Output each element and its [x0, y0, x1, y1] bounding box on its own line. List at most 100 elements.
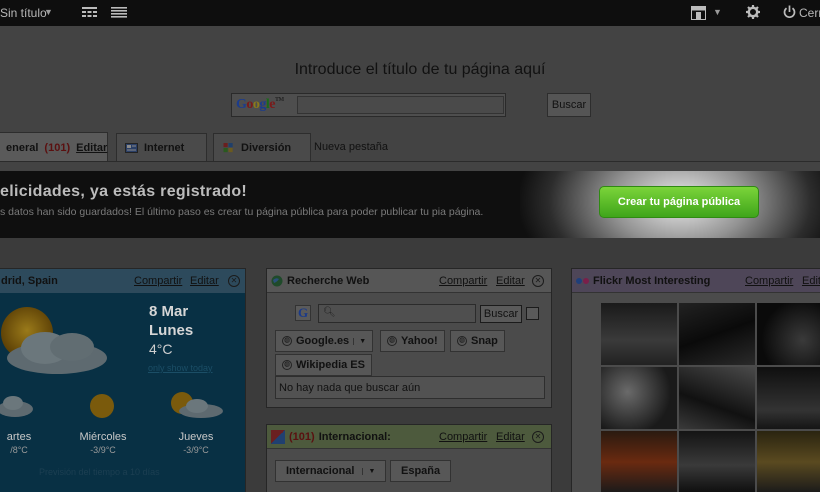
photo-thumbnail[interactable] — [757, 303, 820, 365]
widget-title[interactable]: Flickr Most Interesting — [593, 275, 710, 287]
create-public-page-button[interactable]: Crear tu página pública — [599, 186, 759, 218]
widget-count: (101) — [289, 430, 315, 443]
web-search-widget: Recherche Web Compartir Editar ✕ G 🔍︎ Bu… — [266, 268, 552, 408]
power-icon[interactable] — [783, 5, 796, 19]
tab-diversion[interactable]: Diversión — [213, 133, 311, 161]
partly-cloudy-icon — [171, 392, 223, 418]
forecast-temp: -3/9°C — [183, 445, 209, 455]
tab-general[interactable]: eneral (101) Editar — [0, 132, 108, 162]
share-link[interactable]: Compartir — [439, 431, 487, 443]
forecast-temp: -3/9°C — [90, 445, 116, 455]
forecast-item: Jueves -3/9°C — [167, 431, 225, 455]
feed-tab-label: Internacional — [286, 465, 355, 477]
search-results: No hay nada que buscar aún — [275, 376, 545, 399]
photo-thumbnail[interactable] — [679, 431, 755, 492]
page-title[interactable]: Introduce el título de tu página aquí — [0, 61, 820, 79]
weather-temp: 4°C — [149, 341, 173, 357]
edit-link[interactable]: Editar — [496, 431, 525, 443]
globe-icon: ◍ — [457, 336, 467, 346]
widget-title[interactable]: Internacional: — [319, 431, 391, 443]
chevron-down-icon[interactable]: ▼ — [362, 467, 375, 475]
weather-date: 8 Mar — [149, 303, 189, 320]
forecast-item: artes /8°C — [0, 431, 39, 455]
web-search-button[interactable]: Buscar — [480, 305, 522, 323]
engine-label: Yahoo! — [401, 335, 438, 347]
registration-banner: elicidades, ya estás registrado! s datos… — [0, 171, 820, 238]
close-icon[interactable]: ✕ — [228, 275, 240, 287]
only-show-today-link[interactable]: only show today — [148, 363, 213, 373]
photo-thumbnail[interactable] — [601, 303, 677, 365]
weather-footer-link[interactable]: Previsión del tiempo a 10 días — [39, 467, 160, 477]
photo-grid — [601, 303, 820, 492]
gear-icon[interactable] — [746, 5, 760, 19]
page-selector[interactable]: Sin título — [0, 6, 47, 20]
globe-icon: ◍ — [282, 336, 292, 346]
photo-thumbnail[interactable] — [601, 367, 677, 429]
engine-google[interactable]: ◍ Google.es ▼ — [275, 330, 374, 352]
photo-thumbnail[interactable] — [679, 367, 755, 429]
theme-icon[interactable] — [691, 6, 706, 20]
globe-icon: ◍ — [387, 336, 397, 346]
chevron-down-icon[interactable]: ▼ — [353, 337, 366, 345]
forecast-day: artes — [6, 431, 32, 443]
search-button[interactable]: Buscar — [547, 93, 591, 117]
google-news-icon — [271, 429, 285, 444]
share-link[interactable]: Compartir — [745, 275, 793, 287]
grid-layout-icon[interactable] — [82, 7, 97, 18]
search-input[interactable] — [297, 96, 504, 114]
banner-title: elicidades, ya estás registrado! — [0, 183, 248, 200]
tab-label: Diversión — [241, 141, 292, 154]
feed-tab-internacional[interactable]: Internacional ▼ — [275, 460, 387, 482]
list-layout-icon[interactable] — [111, 7, 127, 18]
engine-yahoo[interactable]: ◍ Yahoo! — [380, 330, 445, 352]
feed-tab-label: España — [401, 465, 441, 477]
engine-label: Snap — [471, 335, 498, 347]
flickr-widget: Flickr Most Interesting Compartir Edit — [571, 268, 820, 492]
widget-header: Flickr Most Interesting Compartir Edit — [572, 269, 820, 293]
photo-thumbnail[interactable] — [601, 431, 677, 492]
banner-subtitle: s datos han sido guardados! El último pa… — [0, 206, 484, 218]
forecast-day: Jueves — [178, 431, 214, 443]
weather-day: Lunes — [149, 322, 194, 339]
google-search-box: GoogleTM — [231, 93, 506, 117]
engine-label: Google.es — [296, 335, 350, 347]
logout-link[interactable]: Cerrar — [799, 6, 820, 20]
widget-header: drid, Spain Compartir Editar ✕ — [0, 269, 245, 293]
options-checkbox[interactable] — [526, 307, 539, 320]
share-link[interactable]: Compartir — [439, 275, 487, 287]
globe-icon — [271, 275, 283, 286]
tab-internet[interactable]: Internet — [116, 133, 207, 161]
share-link[interactable]: Compartir — [134, 275, 182, 287]
widget-header: Recherche Web Compartir Editar ✕ — [267, 269, 551, 293]
google-icon: G — [295, 305, 311, 321]
close-icon[interactable]: ✕ — [532, 275, 544, 287]
search-icon: 🔍︎ — [323, 307, 336, 318]
engine-wikipedia[interactable]: ◍ Wikipedia ES — [275, 354, 372, 376]
chevron-down-icon[interactable]: ▼ — [713, 7, 722, 17]
new-tab-link[interactable]: Nueva pestaña — [314, 141, 388, 153]
widget-title[interactable]: drid, Spain — [1, 275, 58, 287]
flickr-icon — [576, 277, 589, 284]
top-bar: Sin título ▼ ▼ Cerrar — [0, 0, 820, 26]
engine-label: Wikipedia ES — [296, 359, 365, 371]
internacional-widget: (101) Internacional: Compartir Editar ✕ … — [266, 424, 552, 492]
photo-thumbnail[interactable] — [679, 303, 755, 365]
internet-icon — [125, 142, 138, 153]
engine-snap[interactable]: ◍ Snap — [450, 330, 505, 352]
photo-thumbnail[interactable] — [757, 431, 820, 492]
close-icon[interactable]: ✕ — [532, 431, 544, 443]
google-logo: GoogleTM — [236, 97, 284, 113]
edit-link[interactable]: Edit — [802, 275, 820, 287]
tab-count: (101) — [44, 141, 71, 154]
edit-link[interactable]: Editar — [190, 275, 219, 287]
chevron-down-icon[interactable]: ▼ — [44, 7, 53, 17]
web-search-input[interactable]: 🔍︎ — [318, 304, 476, 323]
tab-label: Internet — [144, 141, 185, 154]
edit-link[interactable]: Editar — [496, 275, 525, 287]
feed-tab-espana[interactable]: España — [390, 460, 452, 482]
cloudy-icon — [0, 396, 33, 417]
photo-thumbnail[interactable] — [757, 367, 820, 429]
tab-edit-link[interactable]: Editar — [76, 142, 107, 154]
forecast-temp: /8°C — [10, 445, 28, 455]
widget-title[interactable]: Recherche Web — [287, 275, 369, 287]
